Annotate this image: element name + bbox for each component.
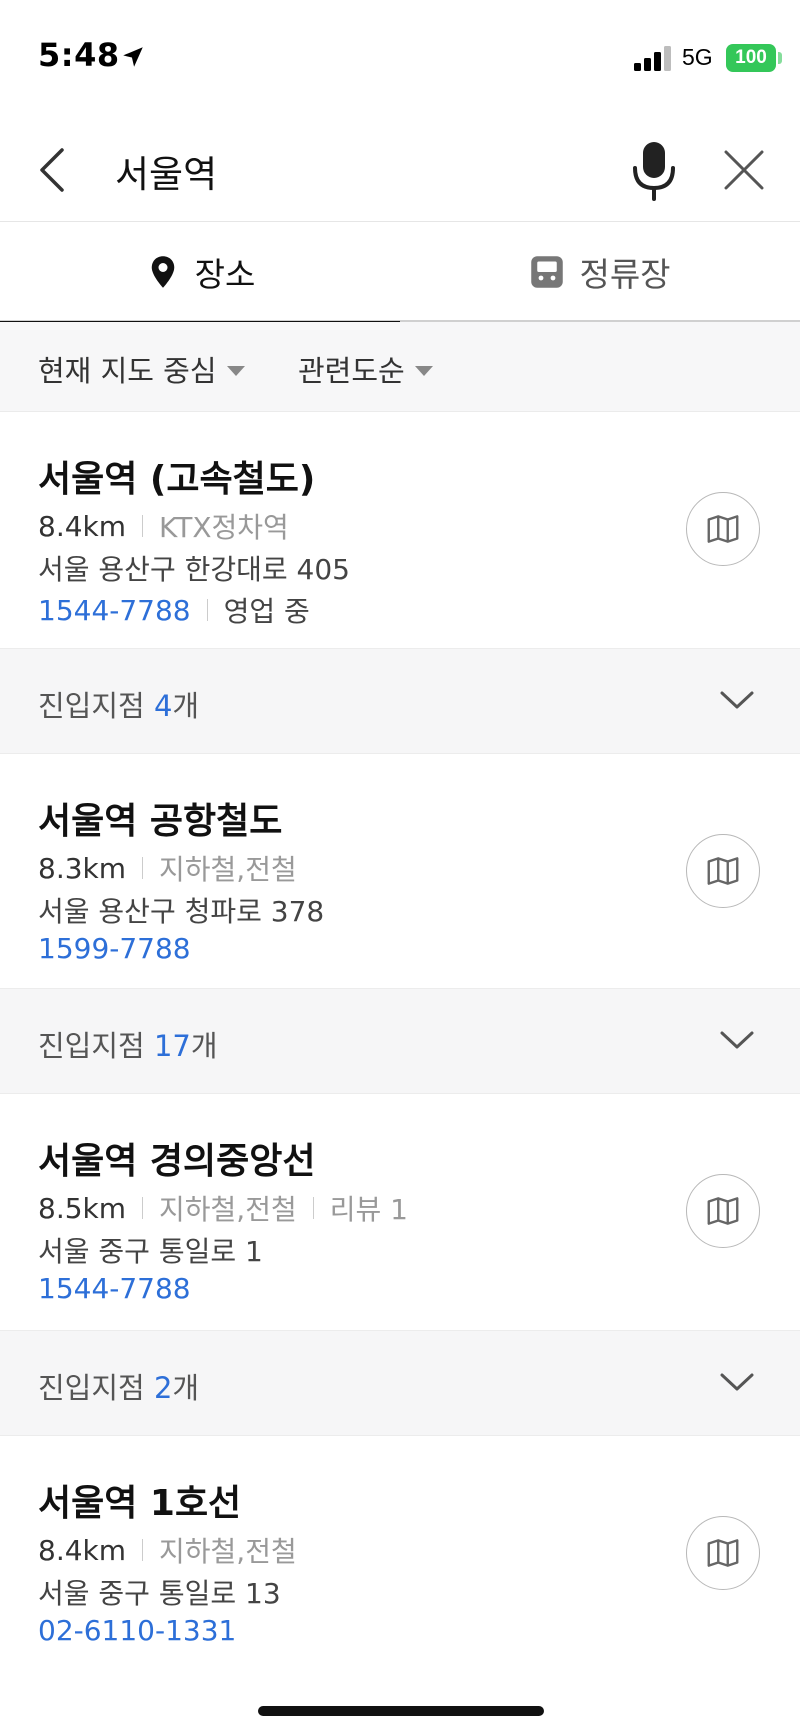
show-on-map-button[interactable] [686,1516,760,1590]
result-meta: 8.5km 지하철,전철 리뷰 1 [38,1188,408,1228]
tab-places[interactable]: 장소 [0,222,400,324]
result-address: 서울 중구 통일로 1 [38,1235,263,1268]
chevron-down-icon [720,691,754,709]
entry-points-label: 진입지점 2개 [38,1365,199,1407]
map-center-filter-label: 현재 지도 중심 [38,354,217,388]
divider [312,1197,314,1219]
close-icon[interactable] [718,142,770,198]
tab-places-label: 장소 [194,255,256,294]
entry-points-toggle[interactable]: 진입지점 2개 [0,1330,800,1436]
result-address: 서울 중구 통일로 13 [38,1577,281,1610]
result-title[interactable]: 서울역 (고속철도) [38,450,315,502]
map-icon [707,857,739,885]
entry-suffix: 개 [190,1029,218,1063]
result-meta: 8.4km KTX정차역 [38,506,289,546]
divider [142,1539,144,1561]
result-contact-row: 02-6110-1331 [38,1614,236,1647]
map-center-filter[interactable]: 현재 지도 중심 [38,348,245,390]
result-distance: 8.4km [38,509,127,543]
entry-points-label: 진입지점 17개 [38,1023,218,1065]
entry-suffix: 개 [172,1371,200,1405]
result-contact-row: 1544-7788 [38,1272,191,1305]
entry-points-toggle[interactable]: 진입지점 17개 [0,988,800,1094]
result-meta: 8.4km 지하철,전철 [38,1530,297,1570]
tab-stops-label: 정류장 [579,255,671,294]
show-on-map-button[interactable] [686,492,760,566]
chevron-down-icon [720,1373,754,1391]
result-contact-row: 1544-7788 영업 중 [38,590,310,630]
divider [206,599,208,621]
location-arrow-icon [123,47,143,67]
cellular-signal-icon [634,46,671,71]
result-title[interactable]: 서울역 1호선 [38,1474,241,1526]
location-pin-icon [151,256,174,288]
network-type: 5G [682,44,713,70]
sort-filter[interactable]: 관련도순 [298,348,433,390]
result-category: 지하철,전철 [159,853,297,886]
status-bar: 5:48 5G 100 [0,0,800,110]
result-address: 서울 용산구 청파로 378 [38,895,325,928]
map-icon [707,1539,739,1567]
map-icon [707,515,739,543]
bus-icon [531,256,564,288]
tab-stops[interactable]: 정류장 [400,222,800,322]
entry-points-label: 진입지점 4개 [38,683,199,725]
divider [142,1197,144,1219]
entry-count: 17 [153,1029,191,1063]
caret-down-icon [226,366,245,376]
result-contact-row: 1599-7788 [38,932,191,965]
filter-bar: 현재 지도 중심 관련도순 [0,322,800,412]
search-bar: 서울역 [0,120,800,222]
result-category: 지하철,전철 [159,1535,297,1568]
back-arrow-icon[interactable] [30,142,80,198]
microphone-icon[interactable] [624,136,684,204]
entry-points-toggle[interactable]: 진입지점 4개 [0,648,800,754]
show-on-map-button[interactable] [686,834,760,908]
result-phone-link[interactable]: 1544-7788 [38,1272,191,1305]
business-status: 영업 중 [223,595,310,628]
status-time: 5:48 [38,36,120,74]
result-phone-link[interactable]: 1544-7788 [38,594,191,627]
result-distance: 8.3km [38,851,127,885]
result-category: KTX정차역 [159,511,289,544]
entry-count: 2 [153,1371,173,1405]
tab-bar: 장소 정류장 [0,222,800,324]
entry-label-text: 진입지점 [38,1029,145,1063]
result-address: 서울 용산구 한강대로 405 [38,553,350,586]
divider [142,515,144,537]
battery-icon: 100 [726,44,776,72]
caret-down-icon [414,366,433,376]
result-title[interactable]: 서울역 경의중앙선 [38,1132,316,1184]
result-distance: 8.5km [38,1191,127,1225]
result-meta: 8.3km 지하철,전철 [38,848,297,888]
result-item[interactable]: 서울역 경의중앙선 8.5km 지하철,전철 리뷰 1 서울 중구 통일로 1 … [0,1094,800,1330]
chevron-down-icon [720,1031,754,1049]
result-distance: 8.4km [38,1533,127,1567]
entry-suffix: 개 [172,689,200,723]
map-icon [707,1197,739,1225]
entry-label-text: 진입지점 [38,1371,145,1405]
result-phone-link[interactable]: 1599-7788 [38,932,191,965]
entry-label-text: 진입지점 [38,689,145,723]
battery-tip [778,52,782,64]
result-item[interactable]: 서울역 공항철도 8.3km 지하철,전철 서울 용산구 청파로 378 159… [0,754,800,988]
result-title[interactable]: 서울역 공항철도 [38,792,282,844]
entry-count: 4 [153,689,173,723]
show-on-map-button[interactable] [686,1174,760,1248]
result-category: 지하철,전철 [159,1193,297,1226]
home-indicator[interactable] [258,1706,544,1716]
result-item[interactable]: 서울역 1호선 8.4km 지하철,전철 서울 중구 통일로 13 02-611… [0,1436,800,1696]
result-item[interactable]: 서울역 (고속철도) 8.4km KTX정차역 서울 용산구 한강대로 405 … [0,412,800,648]
search-input[interactable]: 서울역 [115,144,217,198]
result-phone-link[interactable]: 02-6110-1331 [38,1614,236,1647]
divider [142,857,144,879]
result-review-count[interactable]: 리뷰 1 [330,1188,408,1228]
sort-filter-label: 관련도순 [298,354,405,388]
